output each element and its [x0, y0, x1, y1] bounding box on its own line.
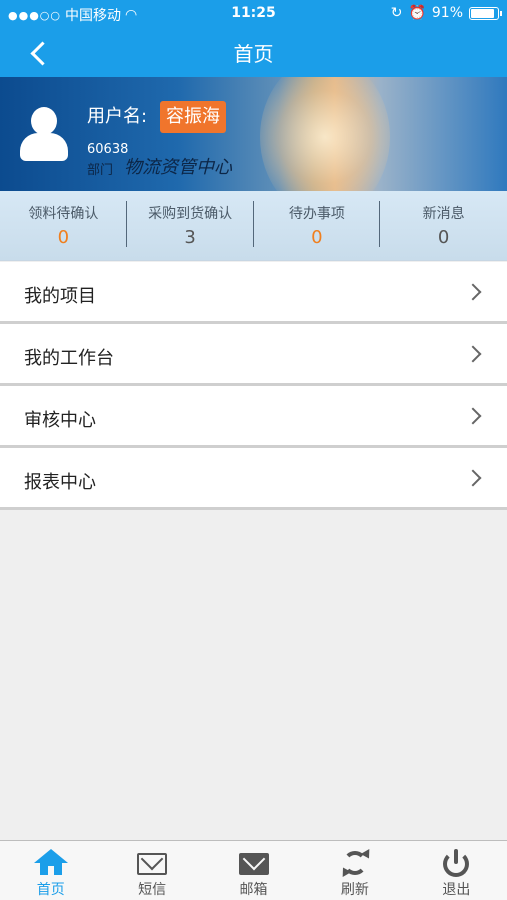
stat-value: 0: [437, 227, 450, 248]
avatar-icon: [20, 107, 68, 163]
refresh-icon: [338, 849, 374, 877]
profile-header: 用户名: 容振海 60638 部门 物流资管中心: [0, 77, 507, 191]
stat-value: 3: [184, 227, 196, 248]
menu-item-label: 我的项目: [24, 286, 96, 307]
top-bar: ●●●○○ 中国移动 ◠ 11:25 ↻ ⏰ 91% 首页: [0, 0, 507, 77]
stat-label: 领料待确认: [28, 206, 99, 222]
user-id: 60638: [87, 142, 129, 157]
dept-label: 部门: [87, 163, 114, 178]
stat-todo[interactable]: 待办事项 0: [254, 191, 381, 260]
dept-name: 物流资管中心: [124, 157, 232, 178]
chevron-right-icon: [464, 407, 482, 425]
background-glow: [260, 77, 390, 191]
mail-solid-icon: [237, 847, 271, 877]
menu-item-label: 我的工作台: [24, 348, 114, 369]
power-icon: [439, 849, 473, 877]
avatar-body: [20, 133, 68, 161]
tab-label: 首页: [36, 882, 65, 898]
menu-item-review-center[interactable]: 审核中心: [0, 386, 507, 448]
stat-purchase-arrival[interactable]: 采购到货确认 3: [127, 191, 254, 260]
chevron-right-icon: [464, 345, 482, 363]
menu-item-label: 报表中心: [24, 472, 96, 493]
tab-label: 刷新: [340, 882, 369, 898]
tab-bar: 首页 短信 邮箱 刷新 退出: [0, 840, 507, 900]
tab-label: 邮箱: [239, 882, 268, 898]
tab-home[interactable]: 首页: [0, 841, 101, 900]
tab-refresh[interactable]: 刷新: [304, 841, 405, 900]
battery-icon: [469, 6, 502, 20]
menu-item-my-projects[interactable]: 我的项目: [0, 262, 507, 324]
tab-mailbox[interactable]: 邮箱: [203, 841, 304, 900]
tab-label: 短信: [138, 882, 167, 898]
stat-label: 采购到货确认: [148, 206, 233, 222]
status-right: ↻ ⏰ 91%: [390, 5, 502, 21]
home-icon: [33, 849, 68, 877]
avatar-head: [31, 107, 57, 135]
stat-pending-materials[interactable]: 领料待确认 0: [0, 191, 127, 260]
stat-label: 待办事项: [288, 206, 345, 222]
stat-new-messages[interactable]: 新消息 0: [380, 191, 507, 260]
mail-outline-icon: [135, 847, 169, 877]
username-label: 用户名:: [87, 106, 148, 127]
alarm-icon: ⏰: [408, 5, 426, 21]
chevron-right-icon: [464, 283, 482, 301]
stats-strip: 领料待确认 0 采购到货确认 3 待办事项 0 新消息 0: [0, 191, 507, 261]
battery-level: [471, 8, 495, 18]
battery-percent: 91%: [431, 5, 463, 21]
tab-sms[interactable]: 短信: [101, 841, 202, 900]
menu-item-report-center[interactable]: 报表中心: [0, 448, 507, 510]
status-bar: ●●●○○ 中国移动 ◠ 11:25 ↻ ⏰ 91%: [0, 0, 507, 28]
nav-bar: 首页: [0, 28, 507, 77]
menu-item-label: 审核中心: [24, 410, 96, 431]
rotation-lock-icon: ↻: [390, 5, 403, 21]
stat-label: 新消息: [422, 206, 465, 222]
page-title: 首页: [233, 42, 274, 66]
stat-value: 0: [57, 227, 70, 248]
tab-label: 退出: [442, 882, 471, 898]
chevron-right-icon: [464, 469, 482, 487]
tab-logout[interactable]: 退出: [406, 841, 507, 900]
menu-item-my-workbench[interactable]: 我的工作台: [0, 324, 507, 386]
menu-list: 我的项目 我的工作台 审核中心 报表中心: [0, 262, 507, 510]
stat-value: 0: [311, 227, 323, 248]
username-badge: 容振海: [160, 101, 226, 133]
